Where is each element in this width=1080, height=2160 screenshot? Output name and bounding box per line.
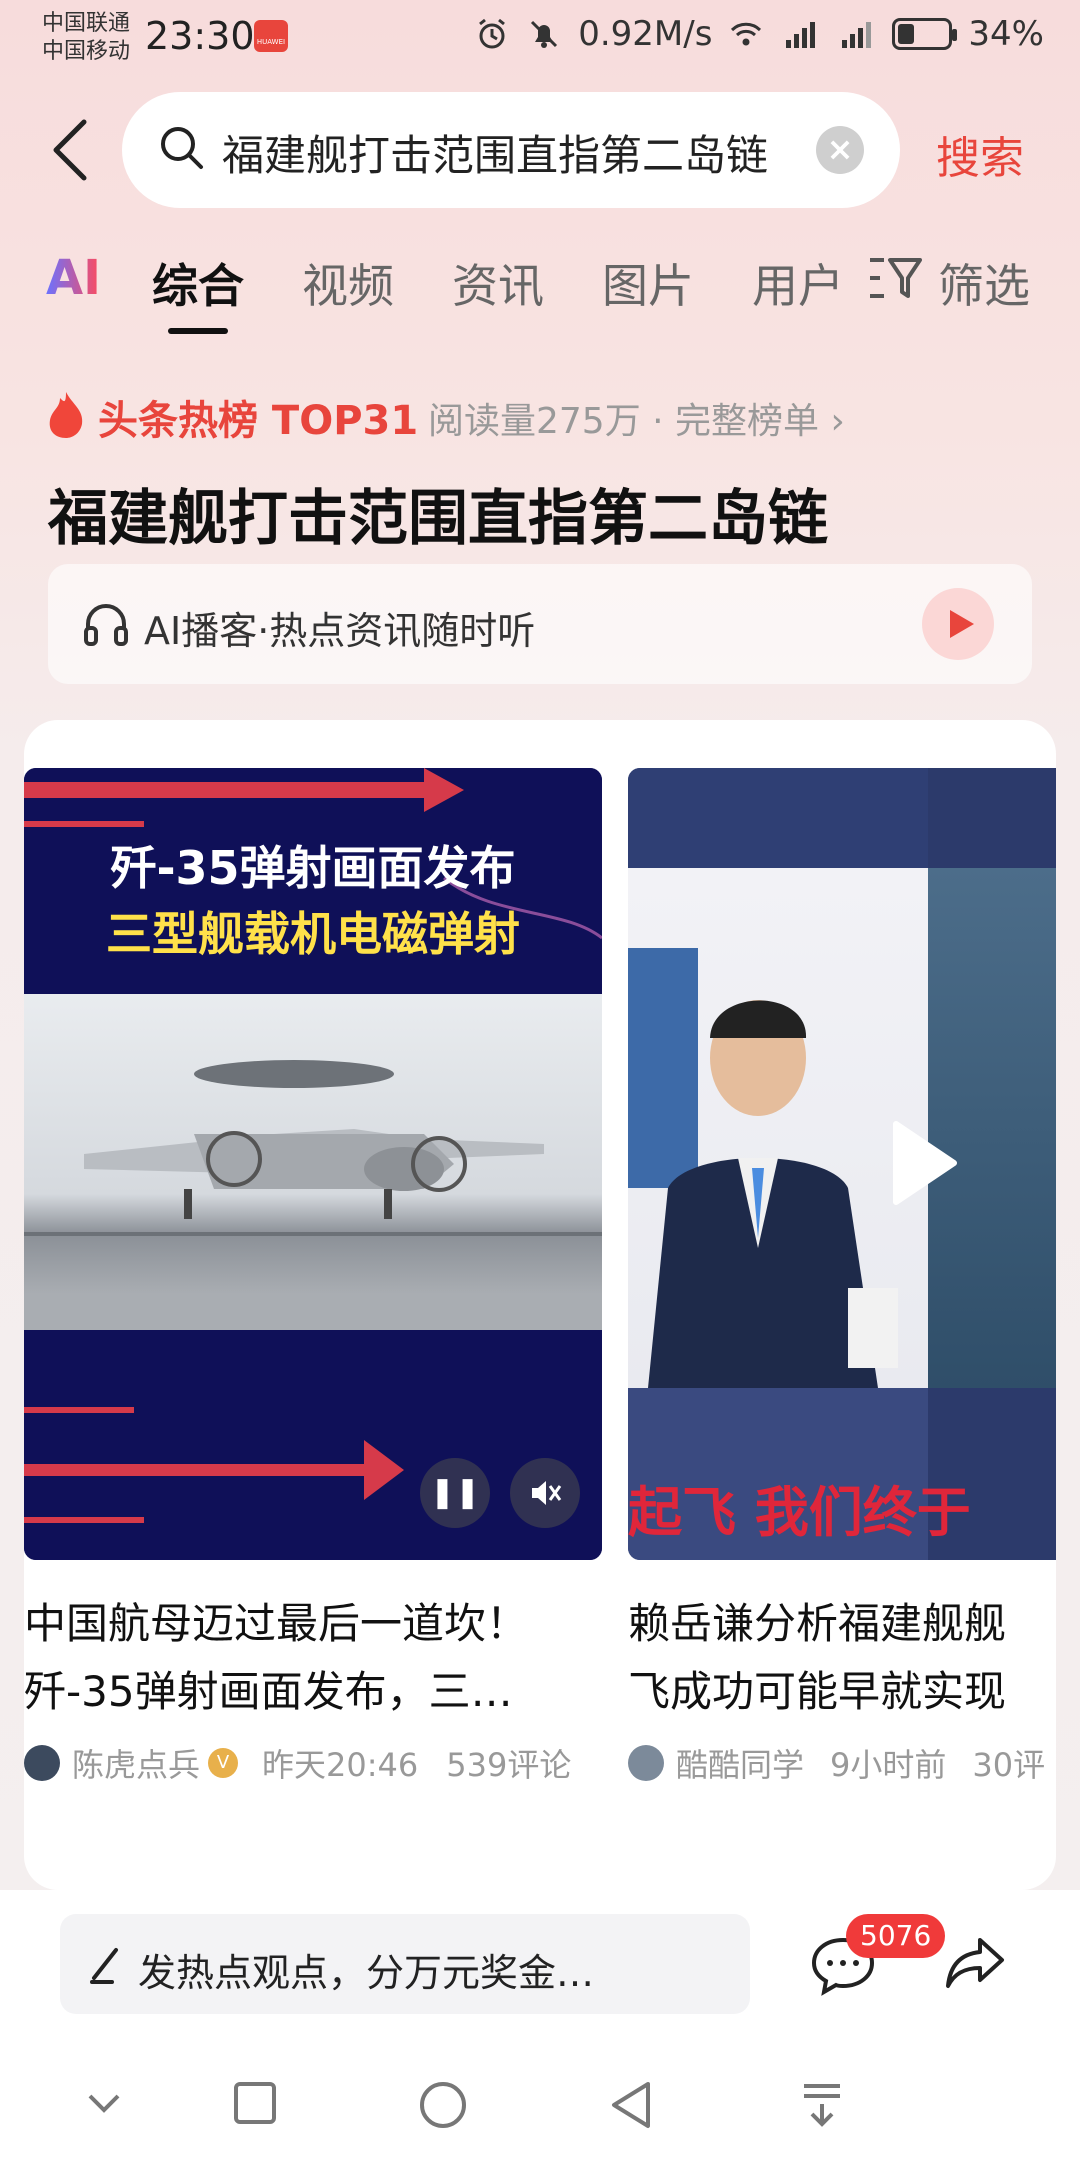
carrier-2: 中国移动 bbox=[42, 39, 131, 64]
clear-search-button[interactable]: × bbox=[816, 126, 864, 174]
battery-level bbox=[898, 24, 915, 44]
search-input[interactable]: 福建舰打击范围直指第二岛链 bbox=[222, 122, 802, 183]
video-1-meta: 陈虎点兵 V 昨天20:46 539评论 bbox=[24, 1740, 571, 1786]
video-2-caption-line2: 飞成功可能早就实现 bbox=[628, 1667, 1007, 1716]
post-time: 昨天20:46 bbox=[262, 1746, 419, 1784]
comment-count: 30评 bbox=[972, 1746, 1046, 1784]
video-2-studio bbox=[628, 768, 928, 1560]
post-time: 9小时前 bbox=[830, 1746, 947, 1784]
carrier-1: 中国联通 bbox=[42, 11, 131, 36]
search-icon bbox=[161, 127, 203, 169]
video-1-caption[interactable]: 中国航母迈过最后一道坎！歼-35弹射画面发布，三… bbox=[24, 1590, 602, 1726]
hot-board-meta[interactable]: 阅读量275万 · 完整榜单 › bbox=[428, 392, 845, 444]
podcast-play-button[interactable] bbox=[922, 588, 994, 660]
comment-count-badge: 5076 bbox=[846, 1914, 946, 1958]
verified-icon: V bbox=[208, 1748, 239, 1778]
video-1-overlay-line2: 三型舰载机电磁弹射 bbox=[106, 907, 520, 961]
comment-input[interactable]: 发热点观点，分万元奖金… bbox=[60, 1914, 750, 2014]
chevron-down-icon[interactable] bbox=[82, 2080, 126, 2124]
status-time: 23:30 bbox=[145, 14, 255, 58]
tab-images[interactable]: 图片 bbox=[602, 250, 694, 316]
active-tab-indicator bbox=[168, 328, 228, 334]
tab-video[interactable]: 视频 bbox=[302, 250, 394, 316]
video-2-caption-line1: 赖岳谦分析福建舰舰 bbox=[628, 1599, 1007, 1648]
carrier-names: 中国联通 中国移动 bbox=[42, 10, 130, 66]
aircraft-image bbox=[24, 994, 602, 1330]
author-name[interactable]: 酷酷同学 bbox=[676, 1746, 804, 1784]
read-count-text: 阅读量275万 · 完整榜单 bbox=[428, 401, 820, 442]
mute-button[interactable] bbox=[510, 1458, 580, 1528]
battery-percent: 34% bbox=[968, 14, 1044, 54]
video-2-meta: 酷酷同学 9小时前 30评 bbox=[628, 1740, 1045, 1786]
tab-users[interactable]: 用户 bbox=[752, 250, 844, 316]
comment-placeholder: 发热点观点，分万元奖金… bbox=[138, 1951, 595, 1995]
hot-board-label: 头条热榜 TOP31 bbox=[98, 398, 419, 444]
tab-comprehensive[interactable]: 综合 bbox=[152, 250, 244, 316]
search-submit-button[interactable]: 搜索 bbox=[936, 122, 1024, 186]
mute-bell-icon bbox=[531, 20, 558, 48]
flame-icon bbox=[49, 392, 83, 438]
arrow-decoration-bottom bbox=[24, 1407, 404, 1523]
video-thumbnail-2[interactable]: 起飞 我们终于 bbox=[628, 768, 1056, 1560]
aircraft-illustration bbox=[24, 1060, 602, 1236]
video-1-bottom-banner bbox=[24, 1330, 602, 1560]
battery-icon bbox=[892, 18, 958, 50]
presenter-illustration bbox=[628, 948, 898, 1388]
search-bar[interactable]: 福建舰打击范围直指第二岛链 × bbox=[122, 92, 900, 208]
share-icon[interactable] bbox=[944, 1934, 1006, 1992]
pause-button[interactable]: ❚❚ bbox=[420, 1458, 490, 1528]
topic-title: 福建舰打击范围直指第二岛链 bbox=[48, 484, 828, 554]
back-button[interactable] bbox=[48, 118, 98, 182]
hot-board-row[interactable]: 头条热榜 TOP31 阅读量275万 · 完整榜单 › bbox=[46, 388, 1046, 448]
speaker-mute-icon bbox=[532, 1481, 562, 1505]
avatar[interactable] bbox=[24, 1745, 60, 1781]
headphone-icon bbox=[84, 604, 128, 646]
comment-count: 539评论 bbox=[446, 1746, 572, 1784]
status-icons: 0.92M/s 34% bbox=[474, 14, 1044, 54]
home-button[interactable] bbox=[418, 2080, 468, 2130]
video-2-overlay-text: 起飞 我们终于 bbox=[628, 1481, 971, 1544]
filter-button[interactable]: 筛选 bbox=[938, 250, 1030, 316]
podcast-label: AI播客·热点资讯随时听 bbox=[144, 609, 536, 653]
back-nav-button[interactable] bbox=[608, 2080, 654, 2130]
alarm-icon bbox=[479, 18, 506, 49]
signal-4g-icon bbox=[786, 22, 816, 48]
video-thumbnail-1[interactable]: 歼-35弹射画面发布 三型舰载机电磁弹射 ❚❚ bbox=[24, 768, 602, 1560]
video-results-card: 歼-35弹射画面发布 三型舰载机电磁弹射 ❚❚ 起飞 我们终于 中国航母迈过最后… bbox=[24, 720, 1056, 1890]
ai-podcast-bar[interactable]: AI播客·热点资讯随时听 bbox=[48, 564, 1032, 684]
bottom-area: 发热点观点，分万元奖金… 5076 bbox=[0, 1890, 1080, 2160]
recents-button[interactable] bbox=[232, 2080, 278, 2126]
play-icon[interactable] bbox=[890, 1118, 960, 1208]
author-name[interactable]: 陈虎点兵 bbox=[72, 1746, 200, 1784]
pen-icon bbox=[90, 1948, 118, 1984]
status-bar: 中国联通 中国移动 23:30 HUAWEI 0.92M/s 34% bbox=[0, 0, 1080, 80]
system-nav-bar bbox=[0, 2060, 1080, 2160]
video-1-overlay-line1: 歼-35弹射画面发布 bbox=[110, 841, 516, 895]
huawei-app-icon: HUAWEI bbox=[254, 20, 288, 52]
wifi-icon bbox=[731, 22, 762, 46]
filter-icon[interactable] bbox=[868, 256, 922, 300]
video-1-banner: 歼-35弹射画面发布 三型舰载机电磁弹射 bbox=[24, 768, 602, 994]
category-tabs: AI 综合 视频 资讯 图片 用户 筛选 bbox=[0, 250, 1080, 340]
signal-4g-icon-2 bbox=[842, 22, 872, 48]
video-2-caption[interactable]: 赖岳谦分析福建舰舰 飞成功可能早就实现 bbox=[628, 1590, 1056, 1726]
network-speed: 0.92M/s bbox=[578, 14, 713, 54]
avatar[interactable] bbox=[628, 1745, 664, 1781]
tab-ai[interactable]: AI bbox=[46, 250, 101, 306]
chevron-right-icon: › bbox=[830, 401, 845, 442]
notification-pull-icon[interactable] bbox=[800, 2080, 844, 2128]
tab-news[interactable]: 资讯 bbox=[452, 250, 544, 316]
